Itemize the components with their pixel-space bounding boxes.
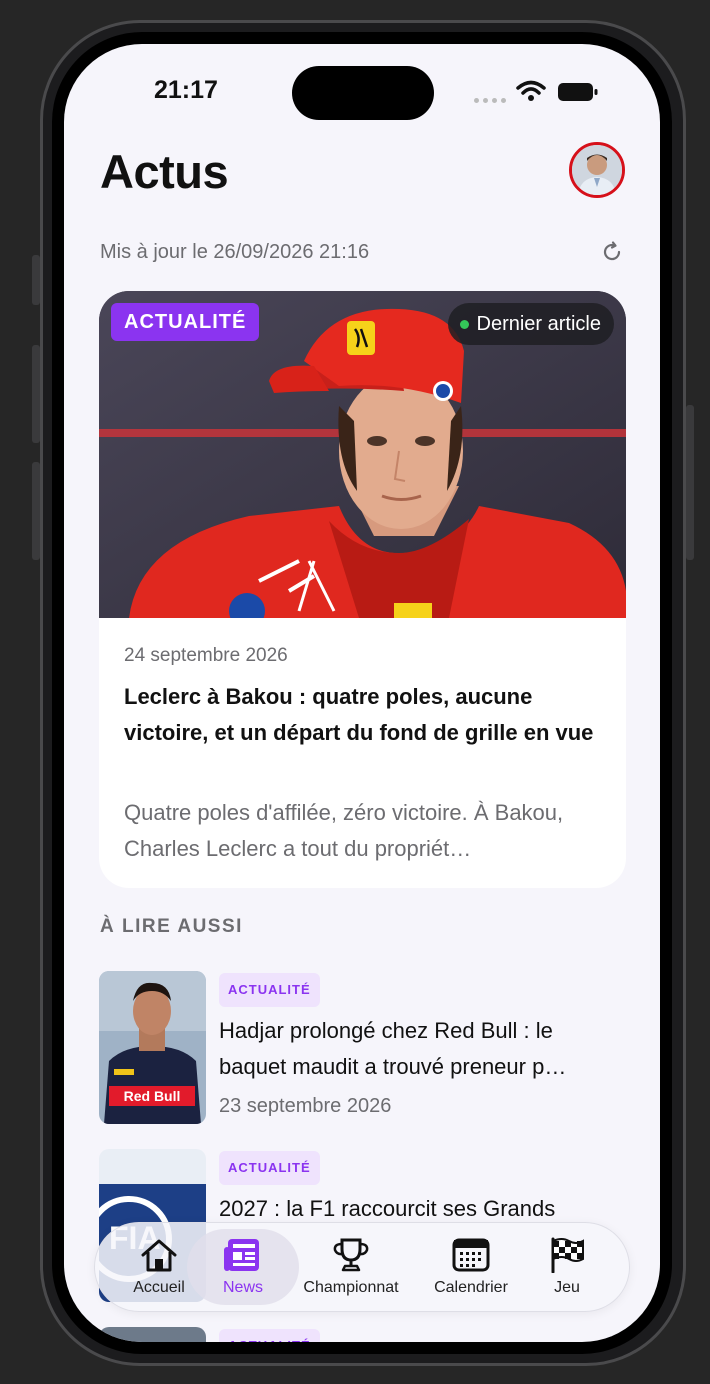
refresh-icon[interactable] <box>600 240 624 264</box>
page-title: Actus <box>100 145 229 198</box>
tab-label: News <box>222 1279 263 1296</box>
featured-article-image: ACTUALITÉ Dernier article <box>99 291 626 618</box>
featured-category-badge: ACTUALITÉ <box>111 303 260 341</box>
article-thumbnail <box>99 1327 206 1342</box>
tab-label: Jeu <box>554 1279 580 1296</box>
wifi-icon <box>516 80 546 101</box>
tab-jeu[interactable]: Jeu <box>543 1223 591 1313</box>
featured-article-excerpt: Quatre poles d'affilée, zéro victoire. À… <box>124 800 564 861</box>
featured-article-title: Leclerc à Bakou : quatre poles, aucune v… <box>124 684 594 745</box>
live-dot-icon <box>459 319 469 329</box>
volume-down-button <box>32 462 40 560</box>
tab-label: Calendrier <box>434 1279 508 1296</box>
featured-article-card[interactable]: ACTUALITÉ Dernier article 24 septembre 2… <box>99 291 626 888</box>
volume-up-button <box>32 345 40 443</box>
list-item[interactable]: Red Bull ACTUALITÉ Hadjar prolongé chez … <box>99 971 626 1124</box>
featured-article-date: 24 septembre 2026 <box>124 645 288 666</box>
battery-icon <box>558 83 598 101</box>
newspaper-icon <box>224 1239 259 1271</box>
profile-avatar[interactable] <box>569 142 625 198</box>
article-title: Hadjar prolongé chez Red Bull : le baque… <box>219 1018 567 1079</box>
tab-label: Championnat <box>303 1279 399 1296</box>
calendar-icon <box>452 1238 490 1272</box>
status-time: 21:17 <box>154 76 218 104</box>
tab-bar: Accueil News Championnat Calendrier Jeu <box>94 1222 630 1312</box>
latest-article-label: Dernier article <box>476 313 601 335</box>
screen: 21:17 Actus Mis à jour le 26/09/2026 21:… <box>64 44 660 1342</box>
list-item[interactable]: ACTUALITÉ <box>99 1327 626 1342</box>
home-icon <box>141 1239 177 1272</box>
action-button <box>32 255 40 305</box>
signal-dots-icon <box>474 98 506 103</box>
last-updated-text: Mis à jour le 26/09/2026 21:16 <box>100 241 370 263</box>
section-title: À LIRE AUSSI <box>100 916 243 937</box>
latest-article-pill: Dernier article <box>447 303 614 345</box>
tab-news[interactable]: News <box>211 1223 275 1313</box>
tab-calendrier[interactable]: Calendrier <box>423 1223 519 1313</box>
trophy-icon <box>333 1238 369 1272</box>
dynamic-island <box>292 66 434 120</box>
power-button <box>686 405 694 560</box>
article-category-tag: ACTUALITÉ <box>219 1151 320 1185</box>
tab-championnat[interactable]: Championnat <box>295 1223 407 1313</box>
svg-text:Red Bull: Red Bull <box>124 1088 181 1104</box>
article-thumbnail: Red Bull <box>99 971 206 1124</box>
tab-accueil[interactable]: Accueil <box>123 1223 195 1313</box>
checkered-flag-icon <box>551 1237 584 1273</box>
article-category-tag: ACTUALITÉ <box>219 1329 320 1342</box>
article-date: 23 septembre 2026 <box>219 1095 392 1117</box>
tab-label: Accueil <box>133 1279 185 1296</box>
article-category-tag: ACTUALITÉ <box>219 973 320 1007</box>
